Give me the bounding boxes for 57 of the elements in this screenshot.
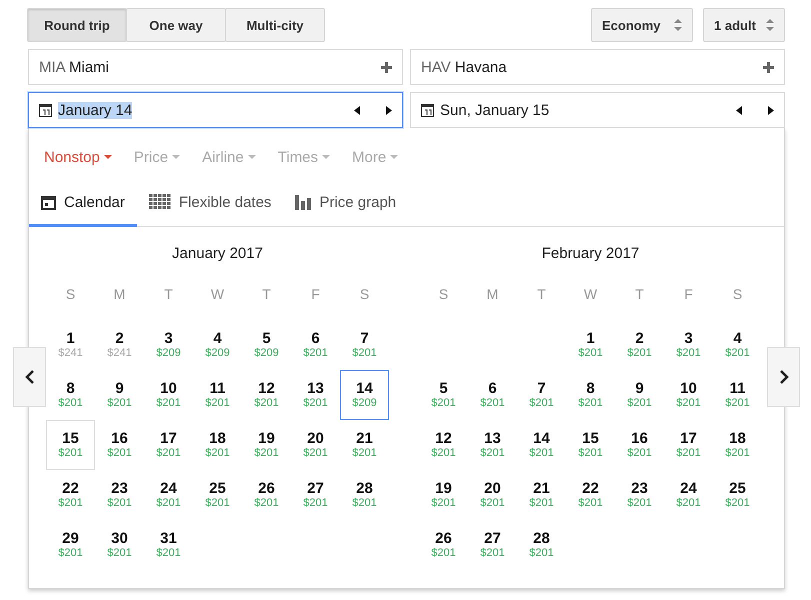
- calendar-icon: [41, 194, 56, 210]
- caret-icon: [390, 155, 398, 159]
- view-tab[interactable]: Flexible dates: [136, 180, 284, 227]
- view-tab[interactable]: Price graph: [283, 180, 408, 227]
- spinner-icon: [766, 18, 774, 32]
- date-field[interactable]: January 14: [28, 92, 403, 128]
- weekday-label: T: [261, 286, 272, 304]
- left-triangle-icon[interactable]: [354, 106, 360, 114]
- month-title: February 2017: [540, 245, 640, 262]
- trip-type-tab[interactable]: Round trip: [27, 8, 127, 42]
- chevron-left-icon: [24, 369, 34, 385]
- month-title: January 2017: [171, 245, 264, 262]
- weekday-label: S: [438, 286, 450, 304]
- airport-field[interactable]: HAV Havana: [410, 49, 785, 85]
- weekday-label: W: [210, 286, 226, 304]
- left-triangle-icon[interactable]: [736, 106, 742, 114]
- grid-icon: [148, 194, 171, 210]
- view-tab[interactable]: Calendar: [29, 180, 137, 227]
- cabin-select[interactable]: Economy: [591, 8, 693, 42]
- filter-dropdown[interactable]: Nonstop: [44, 142, 112, 172]
- weekday-label: M: [486, 286, 500, 304]
- calendar-day[interactable]: 14 $209: [340, 370, 389, 420]
- weekday-label: S: [64, 286, 76, 304]
- previous-month-button[interactable]: [13, 347, 46, 407]
- bar-chart-icon: [295, 194, 312, 210]
- weekday-label: S: [358, 286, 370, 304]
- calendar-icon: [39, 104, 52, 116]
- trip-type-tab[interactable]: One way: [126, 8, 226, 42]
- weekday-label: T: [634, 286, 645, 304]
- chevron-right-icon: [778, 369, 788, 385]
- caret-icon: [104, 155, 112, 159]
- next-month-button[interactable]: [767, 347, 800, 407]
- right-triangle-icon[interactable]: [386, 106, 392, 114]
- plus-icon[interactable]: [763, 62, 774, 72]
- airport-field[interactable]: MIA Miami: [28, 49, 403, 85]
- right-triangle-icon[interactable]: [768, 106, 774, 114]
- calendar-icon: [421, 104, 434, 116]
- weekday-label: S: [732, 286, 744, 304]
- date-value: January 14: [58, 102, 132, 118]
- airport-name: HAV Havana: [421, 58, 507, 76]
- caret-icon: [322, 155, 330, 159]
- weekday-label: F: [310, 286, 321, 304]
- plus-icon[interactable]: [381, 62, 392, 72]
- date-field[interactable]: Sun, January 15: [410, 92, 785, 128]
- weekday-label: T: [536, 286, 547, 304]
- weekday-label: W: [582, 286, 598, 304]
- caret-icon: [248, 155, 256, 159]
- weekday-label: F: [683, 286, 694, 304]
- weekday-label: M: [112, 286, 126, 304]
- passengers-select[interactable]: 1 adult: [703, 8, 785, 42]
- weekday-label: T: [163, 286, 174, 304]
- spinner-icon: [674, 18, 682, 32]
- trip-type-tab[interactable]: Multi-city: [225, 8, 325, 42]
- calendar-day[interactable]: 15 $201: [46, 420, 95, 470]
- caret-icon: [172, 155, 180, 159]
- date-value: Sun, January 15: [440, 102, 550, 118]
- airport-name: MIA Miami: [39, 58, 110, 76]
